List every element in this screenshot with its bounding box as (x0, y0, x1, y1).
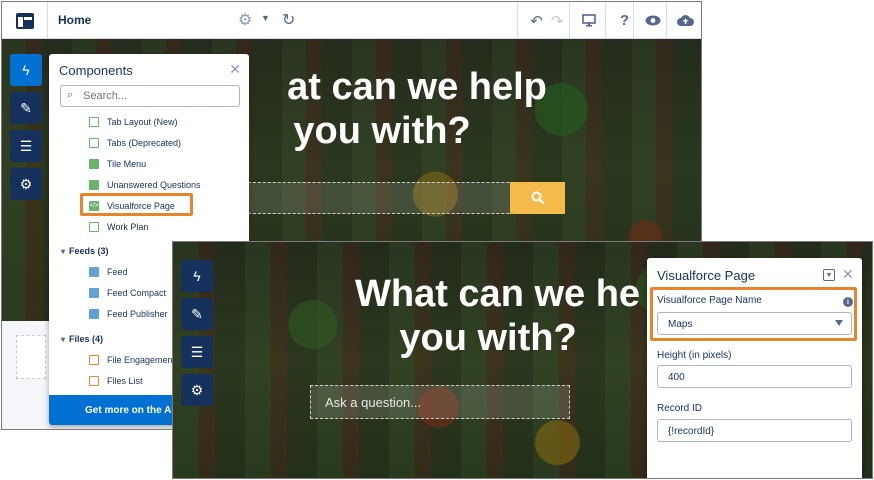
chevron-down-icon: ▾ (61, 335, 66, 344)
app-launcher-icon[interactable] (2, 2, 48, 39)
record-id-input[interactable]: {!recordId} (657, 419, 852, 442)
theme-brush-icon[interactable]: ✎ (181, 298, 213, 330)
refresh-icon[interactable]: ↻ (282, 10, 295, 30)
hero-search-button[interactable] (510, 182, 565, 214)
close-icon[interactable]: ✕ (842, 266, 854, 283)
files-list-icon (89, 376, 99, 386)
tile-menu-icon (89, 159, 99, 169)
drop-zone-placeholder (16, 335, 46, 379)
components-search-input[interactable] (83, 88, 233, 104)
component-item[interactable]: Feed (89, 264, 128, 280)
components-lightning-icon[interactable]: ϟ (10, 54, 42, 86)
file-engagement-icon (89, 355, 99, 365)
feed-compact-icon (89, 288, 99, 298)
properties-panel-title: Visualforce Page (657, 268, 756, 283)
work-plan-icon (89, 222, 99, 232)
component-item[interactable]: Tile Menu (89, 156, 146, 172)
builder-window-front: What can we he you with? Ask a question.… (172, 241, 873, 479)
component-item[interactable]: Tabs (Deprecated) (89, 135, 181, 151)
theme-brush-icon[interactable]: ✎ (10, 92, 42, 124)
settings-gear-icon[interactable]: ⚙ (10, 168, 42, 200)
page-settings-gear-icon[interactable]: ⚙ (238, 10, 252, 30)
tabs-icon (89, 138, 99, 148)
question-placeholder: Ask a question... (325, 395, 422, 410)
components-lightning-icon[interactable]: ϟ (181, 260, 213, 292)
height-input[interactable]: 400 (657, 365, 852, 388)
desktop-icon[interactable] (569, 2, 607, 39)
component-item[interactable]: Tab Layout (New) (89, 114, 178, 130)
page-structure-icon[interactable]: ☰ (10, 130, 42, 162)
component-item[interactable]: File Engagement (89, 352, 175, 368)
hero-headline-line2: you with? (399, 317, 577, 359)
publish-cloud-icon[interactable] (666, 2, 701, 39)
components-panel-title: Components (59, 63, 133, 78)
component-item[interactable]: Work Plan (89, 219, 148, 235)
hero-headline-line1: What can we he (355, 273, 641, 315)
feed-icon (89, 267, 99, 277)
question-search-bar[interactable]: Ask a question... (310, 385, 570, 419)
search-icon: ⌕ (67, 89, 74, 101)
highlight-vf-page-name-field (650, 287, 857, 341)
page-menu-caret-icon[interactable]: ▼ (261, 13, 270, 23)
feed-publisher-icon (89, 309, 99, 319)
component-item[interactable]: Feed Publisher (89, 306, 168, 322)
builder-toolbar: Home ⚙ ▼ ↻ ↶ ↷ ? (2, 2, 701, 39)
page-name[interactable]: Home (58, 13, 91, 27)
component-item[interactable]: Feed Compact (89, 285, 166, 301)
component-item[interactable]: Unanswered Questions (89, 177, 201, 193)
unanswered-questions-icon (89, 180, 99, 190)
page-structure-icon[interactable]: ☰ (181, 336, 213, 368)
tab-layout-icon (89, 117, 99, 127)
section-files[interactable]: ▾ Files (4) (61, 334, 103, 344)
builder-side-rail: ϟ ✎ ☰ ⚙ (10, 54, 42, 206)
chevron-down-icon[interactable]: ▼ (823, 269, 835, 281)
chevron-down-icon: ▾ (61, 247, 66, 256)
section-feeds[interactable]: ▾ Feeds (3) (61, 246, 109, 256)
close-icon[interactable]: ✕ (229, 61, 241, 78)
components-search[interactable]: ⌕ (60, 85, 240, 107)
height-label: Height (in pixels) (657, 350, 732, 361)
settings-gear-icon[interactable]: ⚙ (181, 374, 213, 406)
component-item[interactable]: Files List (89, 373, 143, 389)
hero-headline: What can we he you with? (323, 272, 653, 360)
record-id-label: Record ID (657, 403, 703, 414)
builder-side-rail: ϟ ✎ ☰ ⚙ (181, 260, 213, 412)
highlight-visualforce-page-item (80, 193, 193, 216)
